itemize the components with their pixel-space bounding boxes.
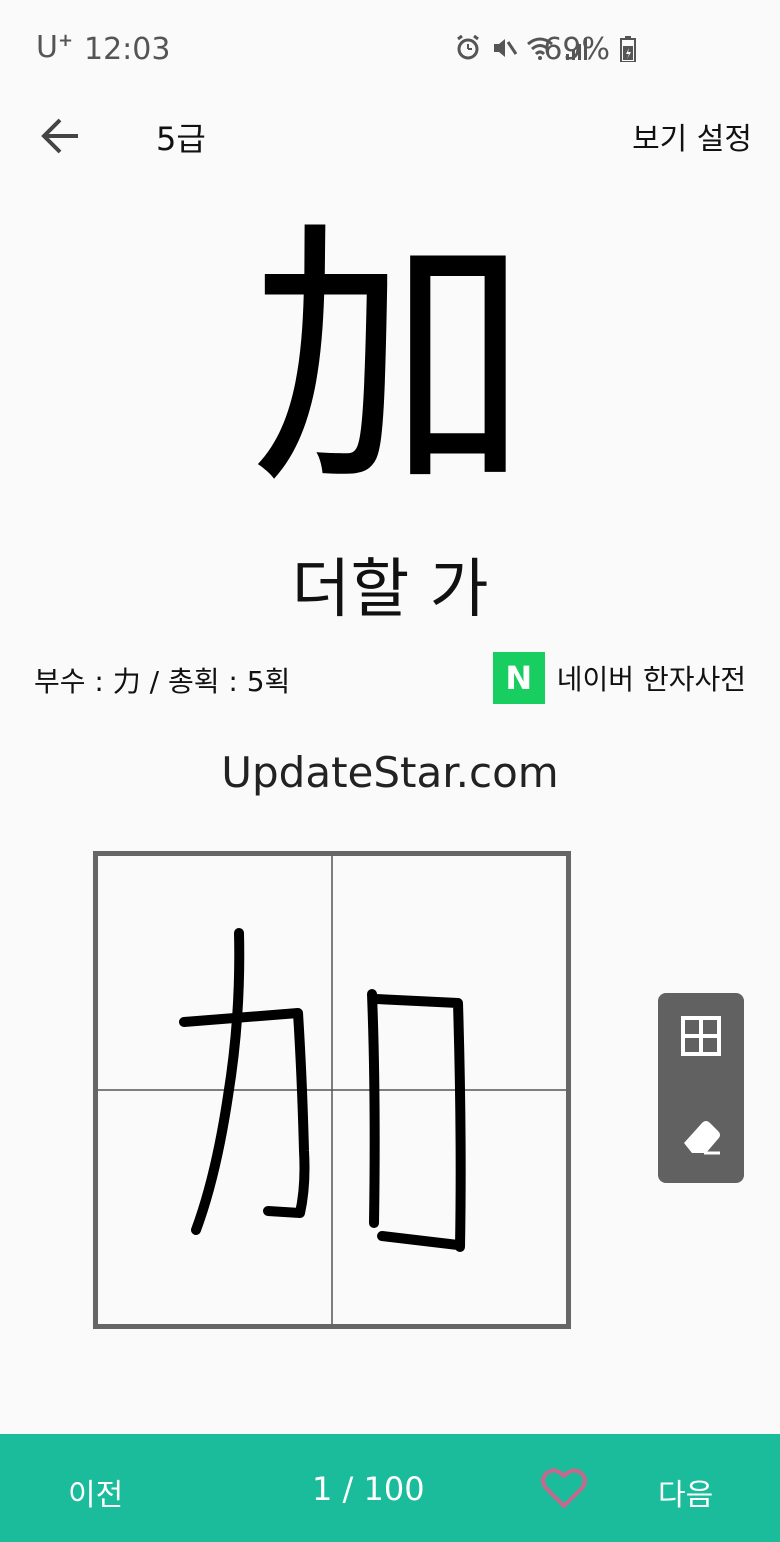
status-bar: U+ 12:03 69% — [0, 0, 780, 100]
heart-icon[interactable] — [540, 1466, 588, 1510]
battery-icon — [620, 36, 636, 62]
hanja-reading: 더할 가 — [291, 553, 489, 627]
carrier-label: U+ — [36, 30, 74, 65]
view-settings-button[interactable]: 보기 설정 — [632, 114, 752, 158]
writing-canvas[interactable] — [93, 851, 571, 1329]
back-arrow-icon[interactable] — [36, 112, 84, 160]
mute-icon — [494, 39, 518, 57]
stroke-4 — [371, 994, 466, 1252]
naver-dictionary-label: 네이버 한자사전 — [556, 663, 746, 696]
battery-percent: 69% — [543, 32, 610, 67]
hanja-radical-strokes: 부수 : 力 / 총획 : 5획 — [34, 665, 291, 698]
naver-logo-icon: N — [492, 652, 545, 704]
stroke-2 — [179, 1008, 310, 1218]
stroke-1 — [191, 928, 245, 1235]
hanja-character: 加 — [250, 197, 530, 523]
stroke-5 — [377, 1231, 463, 1250]
tool-panel — [658, 993, 744, 1183]
status-time: 12:03 — [84, 32, 171, 67]
page-title: 5급 — [156, 120, 206, 158]
app-bar: 5급 보기 설정 — [0, 100, 780, 170]
naver-dictionary-link[interactable]: N 네이버 한자사전 — [492, 652, 746, 704]
canvas-guide-and-strokes — [98, 856, 566, 1324]
previous-button[interactable]: 이전 — [68, 1470, 123, 1514]
next-button[interactable]: 다음 — [658, 1470, 713, 1514]
eraser-icon[interactable] — [678, 1113, 724, 1159]
grid-icon[interactable] — [678, 1013, 724, 1059]
bottom-nav-bar: 이전 1 / 100 다음 — [0, 1434, 780, 1542]
watermark: UpdateStar.com — [221, 748, 559, 797]
alarm-icon — [457, 34, 479, 60]
stroke-3 — [367, 989, 380, 1228]
page-counter: 1 / 100 — [312, 1470, 425, 1508]
